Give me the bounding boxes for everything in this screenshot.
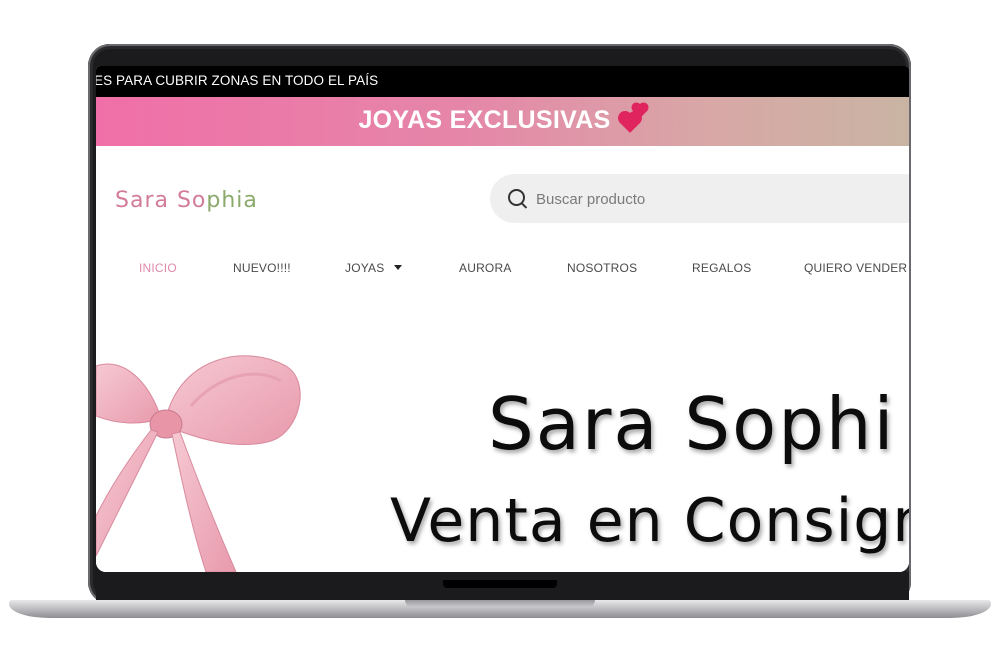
main-nav: INICIO NUEVO!!!! JOYAS AURORA NOSOTROS R…: [96, 261, 909, 281]
logo-text-pink: Sara So: [115, 188, 207, 213]
promo-text: JOYAS EXCLUSIVAS: [358, 106, 611, 134]
logo-text-green: phia: [206, 188, 258, 213]
nav-item-regalos[interactable]: REGALOS: [692, 261, 751, 275]
laptop-notch: [443, 580, 557, 588]
chevron-down-icon: [394, 265, 403, 270]
search-icon[interactable]: [508, 189, 525, 206]
search-input[interactable]: [534, 174, 898, 225]
nav-item-aurora[interactable]: AURORA: [459, 261, 512, 275]
hero-banner[interactable]: Sara Sophi Venta en Consign: [96, 346, 909, 572]
nav-item-quiero-vender[interactable]: QUIERO VENDER: [804, 261, 907, 275]
nav-item-inicio[interactable]: INICIO: [139, 261, 177, 275]
search-bar[interactable]: [490, 174, 909, 225]
nav-item-joyas-label: JOYAS: [345, 261, 385, 275]
hero-subtitle: Venta en Consign: [390, 486, 909, 556]
pink-bow-image: [96, 355, 301, 572]
nav-item-nuevo[interactable]: NUEVO!!!!: [233, 261, 291, 275]
ticker-text: ES PARA CUBRIR ZONAS EN TODO EL PAÍS: [96, 73, 379, 88]
nav-item-joyas[interactable]: JOYAS: [345, 261, 403, 275]
browser-screen: ES PARA CUBRIR ZONAS EN TODO EL PAÍS JOY…: [96, 66, 909, 572]
laptop-base-groove: [405, 600, 595, 607]
promo-banner-content: JOYAS EXCLUSIVAS: [96, 103, 909, 135]
hero-title: Sara Sophi: [488, 382, 896, 466]
promo-banner[interactable]: JOYAS EXCLUSIVAS: [96, 97, 909, 146]
announcement-ticker: ES PARA CUBRIR ZONAS EN TODO EL PAÍS: [96, 66, 909, 97]
site-logo[interactable]: Sara Sophia: [115, 188, 258, 213]
nav-item-nosotros[interactable]: NOSOTROS: [567, 261, 637, 275]
two-hearts-icon: [617, 103, 647, 133]
